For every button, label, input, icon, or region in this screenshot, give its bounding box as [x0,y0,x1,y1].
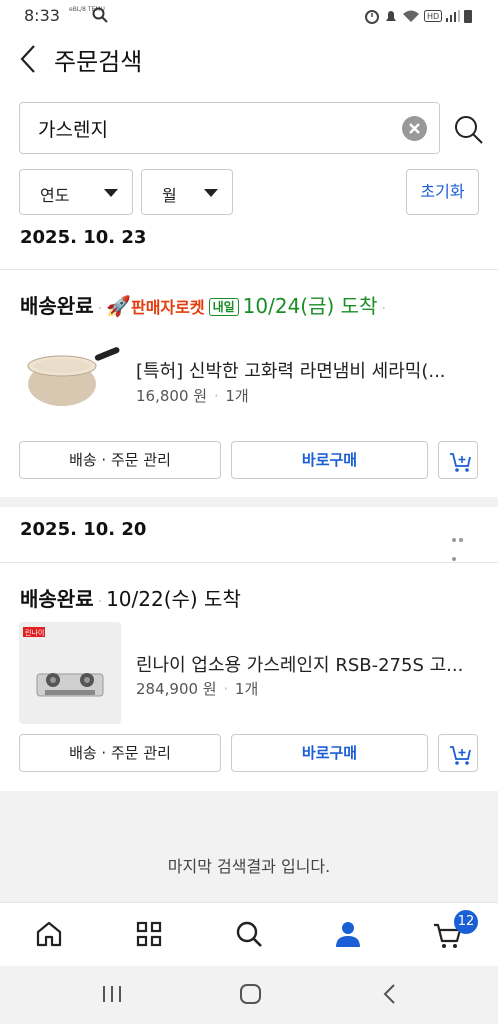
product-image-gas-range[interactable]: 린나이 [19,622,121,724]
year-dropdown-label: 연도 [40,186,70,205]
order-date-row: 2025. 10. 20 [0,507,498,561]
delivery-status: 배송완료 · 10/22(수) 도착 [20,587,241,611]
order-date: 2025. 10. 20 [20,519,147,540]
year-dropdown[interactable]: 연도 [19,169,133,215]
add-to-cart-button[interactable] [438,441,478,479]
brand-logo-text: 린나이 [25,628,44,637]
cart-plus-icon [450,453,471,472]
arrival-text: 10/22(수) 도착 [106,587,241,611]
reset-button[interactable]: 초기화 [406,169,479,215]
product-price-row: 284,900 원 · 1개 [136,680,259,698]
wifi-icon [403,10,419,22]
delivery-status: 배송완료 · 🚀판매자로켓 내일 10/24(금) 도착 · [20,294,386,318]
status-time: 8:33 [24,6,60,25]
back-arrow-icon[interactable] [18,44,38,74]
more-options-icon[interactable] [452,235,472,241]
arrival-text: 10/24(금) 도착 [242,294,378,318]
clear-search-button[interactable] [402,116,427,141]
divider [0,562,498,563]
more-options-icon[interactable] [452,527,472,561]
buy-again-button[interactable]: 바로구매 [231,734,428,772]
rocket-icon: 🚀 [106,294,131,318]
cart-count-badge: 12 [454,910,478,934]
end-area [0,791,498,902]
page-title: 주문검색 [54,48,143,76]
divider [0,269,498,270]
hd-icon: HD [424,10,442,22]
search-icon[interactable] [232,917,266,951]
search-input[interactable] [38,113,398,143]
add-to-cart-button[interactable] [438,734,478,772]
recent-apps-icon[interactable] [100,984,124,1004]
cart-plus-icon [450,746,471,765]
status-search-icon [92,7,108,23]
month-dropdown-label: 월 [162,186,177,205]
home-button-icon[interactable] [239,983,263,1005]
caret-down-icon [204,189,218,197]
manage-order-button[interactable]: 배송 · 주문 관리 [19,441,221,479]
product-quantity: 1개 [225,387,249,405]
caret-down-icon [104,189,118,197]
product-image-pot[interactable] [20,336,120,416]
notification-icon [386,11,396,21]
month-dropdown[interactable]: 월 [141,169,233,215]
product-name[interactable]: 린나이 업소용 가스레인지 RSB-275S 고... [136,651,466,677]
product-price-row: 16,800 원 · 1개 [136,387,249,405]
alarm-icon [365,10,379,24]
battery-icon [464,10,472,23]
status-text: 배송완료 [20,294,94,318]
product-quantity: 1개 [234,680,259,698]
section-gap [0,497,498,507]
search-icon[interactable] [453,114,485,146]
status-icons: HD [364,8,472,24]
seller-rocket-label: 판매자로켓 [130,298,205,317]
buy-again-button[interactable]: 바로구매 [231,441,428,479]
product-name[interactable]: [특허] 신박한 고화력 라면냄비 세라믹(... [136,357,466,383]
close-icon [409,123,420,134]
product-price: 284,900 원 [136,680,217,698]
bottom-nav [0,902,498,966]
order-date: 2025. 10. 23 [20,227,147,246]
end-of-results-message: 마지막 검색결과 입니다. [167,857,331,876]
status-text: 배송완료 [20,587,94,611]
search-box[interactable] [19,102,440,154]
system-nav-bar [0,966,498,1024]
signal-icon [446,10,460,22]
header: 주문검색 [0,34,498,84]
category-grid-icon[interactable] [132,917,166,951]
manage-order-button[interactable]: 배송 · 주문 관리 [19,734,221,772]
svg-text:HD: HD [427,12,439,21]
my-account-icon[interactable] [331,917,365,951]
order-date-row: 2025. 10. 23 [0,222,498,246]
tomorrow-badge: 내일 [208,298,239,316]
status-bar: 8:33 eBL/8 TEMU HD [0,0,498,32]
back-icon[interactable] [382,983,398,1005]
product-price: 16,800 원 [136,387,208,405]
home-icon[interactable] [32,917,66,951]
